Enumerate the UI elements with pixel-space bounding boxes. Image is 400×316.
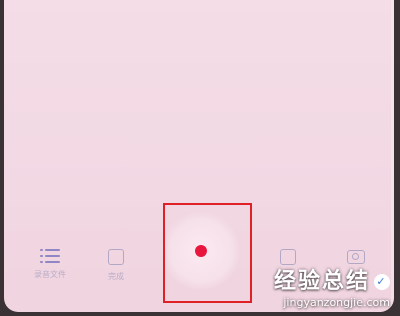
stop-square-icon: [108, 249, 124, 265]
done-label: 完成: [108, 272, 124, 281]
camera-button[interactable]: [347, 250, 365, 264]
watermark-name: 经验总结: [273, 269, 370, 294]
site-watermark: 经验总结 ✓ jingyanzongjie.com: [274, 270, 390, 310]
flag-square-icon: [280, 249, 296, 265]
list-icon: [40, 249, 60, 263]
done-button[interactable]: 完成: [108, 249, 124, 282]
recorded-files-button[interactable]: 录音文件: [34, 249, 66, 280]
highlight-annotation-box: [163, 203, 252, 303]
recorded-files-label: 录音文件: [34, 270, 66, 279]
watermark-url: jingyanzongjie.com: [283, 296, 390, 309]
camera-icon: [347, 250, 365, 264]
check-badge-icon: ✓: [374, 274, 390, 290]
mark-button[interactable]: [280, 249, 296, 265]
